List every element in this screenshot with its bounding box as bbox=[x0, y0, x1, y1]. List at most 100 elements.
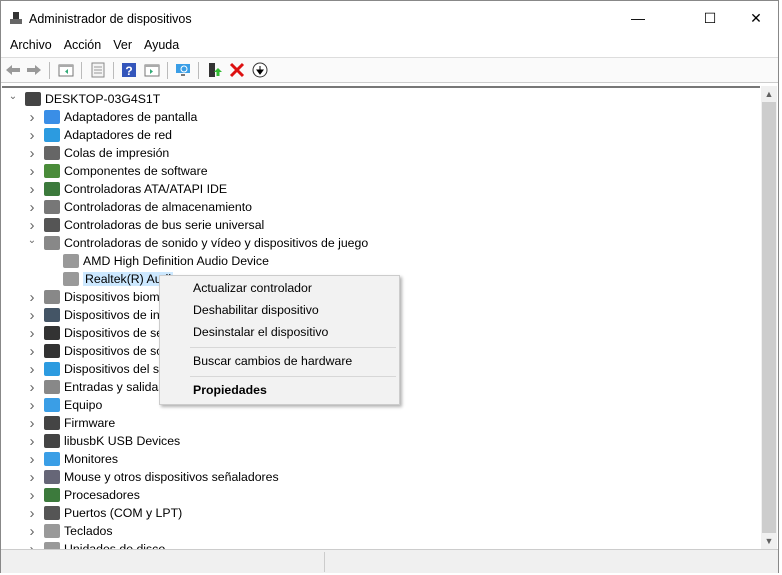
chevron-down-icon[interactable]: ⌄ bbox=[26, 235, 38, 246]
scroll-up-arrow[interactable]: ▲ bbox=[761, 86, 777, 102]
chevron-right-icon[interactable]: › bbox=[26, 379, 38, 396]
chevron-right-icon[interactable]: › bbox=[26, 541, 38, 550]
chevron-right-icon[interactable]: › bbox=[26, 127, 38, 144]
tree-item[interactable]: › Monitores bbox=[26, 450, 119, 468]
vertical-scrollbar[interactable]: ▲ ▼ bbox=[761, 86, 777, 549]
tree-item[interactable]: ⌄ Controladoras de sonido y vídeo y dispo… bbox=[26, 234, 368, 252]
tree-item[interactable]: › libusbK USB Devices bbox=[26, 432, 181, 450]
tree-item-label: Dispositivos biom bbox=[64, 290, 160, 304]
tree-item-label: Controladoras de sonido y vídeo y dispos… bbox=[64, 236, 369, 250]
disk-icon bbox=[44, 542, 60, 549]
tree-item[interactable]: › Colas de impresión bbox=[26, 144, 170, 162]
mouse-icon bbox=[44, 470, 60, 484]
tree-item[interactable]: › Componentes de software bbox=[26, 162, 208, 180]
security-device-icon bbox=[44, 326, 60, 340]
show-hide-tree-icon[interactable] bbox=[58, 62, 74, 78]
menu-bar: Archivo Acción Ver Ayuda bbox=[1, 35, 778, 55]
action-pane-icon[interactable] bbox=[144, 62, 160, 78]
tree-item[interactable]: › Dispositivos del sis bbox=[26, 360, 168, 378]
chevron-right-icon[interactable]: › bbox=[26, 343, 38, 360]
help-icon[interactable]: ? bbox=[121, 62, 137, 78]
chevron-right-icon[interactable]: › bbox=[26, 181, 38, 198]
chevron-right-icon[interactable]: › bbox=[26, 433, 38, 450]
chevron-right-icon[interactable]: › bbox=[26, 487, 38, 504]
tree-item[interactable]: › Dispositivos de seg bbox=[26, 324, 170, 342]
minimize-button[interactable]: — bbox=[615, 1, 661, 35]
tree-item[interactable]: › Firmware bbox=[26, 414, 116, 432]
tree-item-label: Dispositivos del sis bbox=[64, 362, 168, 376]
context-menu: Actualizar controlador Deshabilitar disp… bbox=[159, 275, 400, 405]
tree-item[interactable]: › Equipo bbox=[26, 396, 103, 414]
tree-item[interactable]: Realtek(R) Audi bbox=[45, 270, 174, 288]
chevron-right-icon[interactable]: › bbox=[26, 523, 38, 540]
tree-item[interactable]: › Puertos (COM y LPT) bbox=[26, 504, 183, 522]
tree-item[interactable]: › Dispositivos de so bbox=[26, 342, 164, 360]
tree-item[interactable]: › Dispositivos biom bbox=[26, 288, 160, 306]
menu-item-disable-device[interactable]: Deshabilitar dispositivo bbox=[193, 300, 319, 320]
scrollbar-thumb[interactable] bbox=[762, 102, 776, 533]
tree-item[interactable]: › Entradas y salidas bbox=[26, 378, 165, 396]
software-component-icon bbox=[44, 164, 60, 178]
uninstall-icon[interactable] bbox=[229, 62, 245, 78]
menu-item-properties[interactable]: Propiedades bbox=[193, 380, 267, 400]
speaker-icon bbox=[44, 236, 60, 250]
menu-ver[interactable]: Ver bbox=[107, 35, 138, 55]
tree-item-label: Componentes de software bbox=[64, 164, 208, 178]
chevron-right-icon[interactable]: › bbox=[26, 307, 38, 324]
toolbar: ? bbox=[1, 57, 778, 83]
forward-icon[interactable] bbox=[26, 62, 42, 78]
menu-item-update-driver[interactable]: Actualizar controlador bbox=[193, 278, 312, 298]
chevron-right-icon[interactable]: › bbox=[26, 145, 38, 162]
tree-item-label: Procesadores bbox=[64, 488, 140, 502]
tree-item[interactable]: › Controladoras ATA/ATAPI IDE bbox=[26, 180, 228, 198]
menu-ayuda[interactable]: Ayuda bbox=[138, 35, 185, 55]
menu-accion[interactable]: Acción bbox=[58, 35, 108, 55]
disable-icon[interactable] bbox=[252, 62, 268, 78]
ide-controller-icon bbox=[44, 182, 60, 196]
maximize-button[interactable]: ☐ bbox=[687, 1, 733, 35]
tree-item-label: Monitores bbox=[64, 452, 118, 466]
tree-item[interactable]: › Teclados bbox=[26, 522, 113, 540]
tree-item[interactable]: › Adaptadores de pantalla bbox=[26, 108, 198, 126]
chevron-right-icon[interactable]: › bbox=[26, 451, 38, 468]
tree-item[interactable]: › Mouse y otros dispositivos señaladores bbox=[26, 468, 279, 486]
tree-item[interactable]: › Controladoras de bus serie universal bbox=[26, 216, 265, 234]
window-title: Administrador de dispositivos bbox=[29, 12, 192, 26]
chevron-right-icon[interactable]: › bbox=[26, 397, 38, 414]
hid-icon bbox=[44, 308, 60, 322]
tree-item-label: AMD High Definition Audio Device bbox=[83, 254, 269, 268]
update-driver-icon[interactable] bbox=[206, 62, 222, 78]
tree-item[interactable]: › Dispositivos de int bbox=[26, 306, 164, 324]
network-adapter-icon bbox=[44, 128, 60, 142]
tree-item[interactable]: › Procesadores bbox=[26, 486, 140, 504]
scroll-down-arrow[interactable]: ▼ bbox=[761, 533, 777, 549]
chevron-right-icon[interactable]: › bbox=[26, 109, 38, 126]
usb-icon bbox=[44, 218, 60, 232]
scan-hardware-icon[interactable] bbox=[175, 62, 191, 78]
properties-icon[interactable] bbox=[90, 62, 106, 78]
chevron-down-icon[interactable]: ⌄ bbox=[7, 91, 19, 102]
menu-item-uninstall-device[interactable]: Desinstalar el dispositivo bbox=[193, 322, 328, 342]
tree-item[interactable]: › Adaptadores de red bbox=[26, 126, 173, 144]
chevron-right-icon[interactable]: › bbox=[26, 325, 38, 342]
status-bar bbox=[1, 549, 778, 573]
chevron-right-icon[interactable]: › bbox=[26, 469, 38, 486]
tree-item[interactable]: AMD High Definition Audio Device bbox=[45, 252, 269, 270]
chevron-right-icon[interactable]: › bbox=[26, 415, 38, 432]
back-icon[interactable] bbox=[5, 62, 21, 78]
fingerprint-icon bbox=[44, 290, 60, 304]
chevron-right-icon[interactable]: › bbox=[26, 505, 38, 522]
close-button[interactable]: ✕ bbox=[733, 1, 779, 35]
chevron-right-icon[interactable]: › bbox=[26, 289, 38, 306]
firmware-icon bbox=[44, 416, 60, 430]
chevron-right-icon[interactable]: › bbox=[26, 361, 38, 378]
tree-item-label: DESKTOP-03G4S1T bbox=[45, 92, 161, 106]
tree-item[interactable]: › Controladoras de almacenamiento bbox=[26, 198, 252, 216]
tree-item[interactable]: › Unidades de disco bbox=[26, 540, 165, 549]
menu-archivo[interactable]: Archivo bbox=[4, 35, 58, 55]
chevron-right-icon[interactable]: › bbox=[26, 217, 38, 234]
chevron-right-icon[interactable]: › bbox=[26, 163, 38, 180]
menu-item-scan-hardware[interactable]: Buscar cambios de hardware bbox=[193, 351, 352, 371]
chevron-right-icon[interactable]: › bbox=[26, 199, 38, 216]
tree-item[interactable]: ⌄ DESKTOP-03G4S1T bbox=[7, 90, 160, 108]
